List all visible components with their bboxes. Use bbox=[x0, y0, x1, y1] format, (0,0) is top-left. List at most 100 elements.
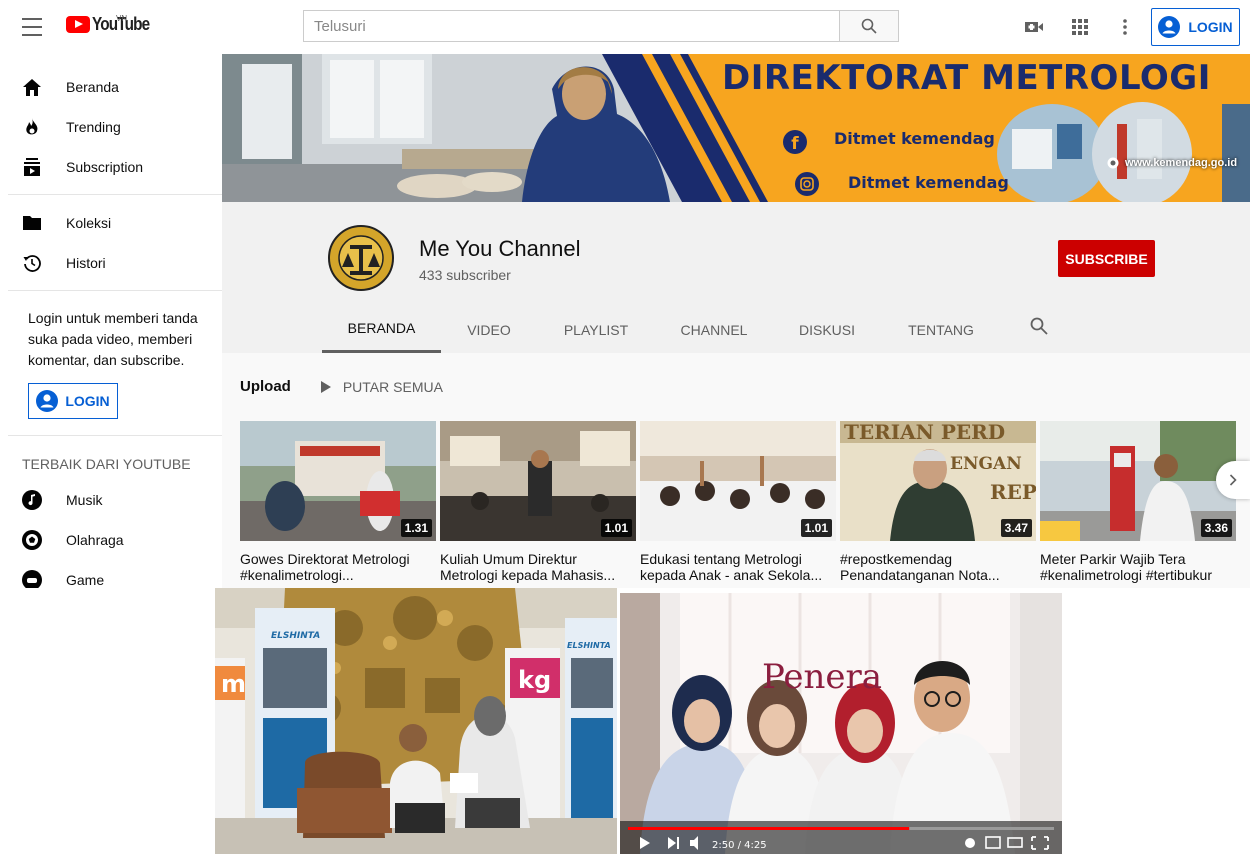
sidebar-item-label: Beranda bbox=[66, 79, 119, 95]
video-duration: 3.47 bbox=[1000, 519, 1032, 537]
video-card[interactable]: 1.01 Kuliah Umum Direktur Metrologi kepa… bbox=[440, 421, 636, 583]
sidebar-item-history[interactable]: Histori bbox=[0, 243, 222, 283]
login-label: LOGIN bbox=[1188, 19, 1233, 35]
penera-video-player[interactable]: Penera 2:50 / 4:25 bbox=[620, 593, 1062, 854]
svg-text:TERIAN PERD: TERIAN PERD bbox=[844, 421, 1005, 444]
video-duration: 1.01 bbox=[600, 519, 632, 537]
tab-tentang[interactable]: TENTANG bbox=[881, 306, 1001, 353]
play-icon bbox=[320, 380, 331, 393]
progress-fill bbox=[628, 827, 910, 830]
globe-icon bbox=[1107, 157, 1119, 169]
sidebar-item-label: Histori bbox=[66, 255, 106, 271]
shelf-next-button[interactable] bbox=[1216, 461, 1250, 499]
sidebar-divider bbox=[8, 435, 222, 436]
banner-link[interactable]: www.kemendag.go.id bbox=[1107, 157, 1237, 169]
best-of-youtube-heading: TERBAIK DARI YOUTUBE bbox=[22, 456, 191, 472]
tab-channel[interactable]: CHANNEL bbox=[655, 306, 773, 353]
uploads-title[interactable]: Upload bbox=[240, 378, 291, 395]
tab-beranda[interactable]: BERANDA bbox=[322, 306, 441, 353]
menu-icon[interactable] bbox=[22, 18, 42, 36]
talkshow-photo: m ELSHINTA kg ELSHINTA bbox=[215, 588, 617, 854]
video-thumbnail[interactable]: 3.36 bbox=[1040, 421, 1236, 541]
sidebar-item-label: Olahraga bbox=[66, 532, 124, 548]
sidebar-item-home[interactable]: Beranda bbox=[0, 67, 222, 107]
sidebar-item-label: Trending bbox=[66, 119, 121, 135]
uploads-header: Upload PUTAR SEMUA bbox=[240, 378, 443, 395]
video-duration: 1.01 bbox=[800, 519, 832, 537]
login-button-sidebar[interactable]: LOGIN bbox=[28, 383, 118, 419]
svg-text:ENGAN: ENGAN bbox=[950, 454, 1022, 474]
video-card[interactable]: 1.31 Gowes Direktorat Metrologi #kenalim… bbox=[240, 421, 436, 583]
sidebar-item-label: Subscription bbox=[66, 159, 144, 175]
sidebar-item-music[interactable]: Musik bbox=[0, 480, 222, 520]
region-code: VN bbox=[116, 14, 128, 23]
youtube-logo[interactable]: YouTube bbox=[66, 14, 159, 35]
video-duration: 1.31 bbox=[400, 519, 432, 537]
channel-avatar[interactable] bbox=[320, 217, 402, 299]
sidebar-item-subscriptions[interactable]: Subscription bbox=[0, 147, 222, 187]
video-duration: 3.36 bbox=[1200, 519, 1232, 537]
login-prompt: Login untuk memberi tanda suka pada vide… bbox=[28, 310, 198, 368]
penera-caption: Penera bbox=[762, 657, 882, 697]
tab-video[interactable]: VIDEO bbox=[441, 306, 537, 353]
trending-icon bbox=[22, 117, 42, 137]
sidebar-item-library[interactable]: Koleksi bbox=[0, 203, 222, 243]
sidebar-item-label: Koleksi bbox=[66, 215, 112, 231]
folder-icon bbox=[22, 213, 42, 233]
search-icon bbox=[861, 18, 877, 34]
sidebar-item-label: Game bbox=[66, 572, 105, 588]
channel-tabs: BERANDA VIDEO PLAYLIST CHANNEL DISKUSI T… bbox=[322, 306, 1001, 353]
sidebar-item-trending[interactable]: Trending bbox=[0, 107, 222, 147]
home-icon bbox=[22, 77, 42, 97]
play-all-label: PUTAR SEMUA bbox=[342, 378, 443, 395]
tab-diskusi[interactable]: DISKUSI bbox=[773, 306, 881, 353]
subscriptions-icon bbox=[22, 157, 42, 177]
banner-instagram-text: Ditmet kemendag bbox=[848, 173, 1009, 192]
banner-elshinta-left: ELSHINTA bbox=[271, 631, 320, 641]
subscribe-button[interactable]: SUBSCRIBE bbox=[1058, 240, 1155, 277]
video-card[interactable]: TERIAN PERD ENGAN REP 3.47 #repostkemend… bbox=[840, 421, 1036, 583]
video-title[interactable]: Edukasi tentang Metrologi kepada Anak - … bbox=[640, 551, 836, 583]
video-card[interactable]: 1.01 Edukasi tentang Metrologi kepada An… bbox=[640, 421, 836, 583]
tab-playlist[interactable]: PLAYLIST bbox=[537, 306, 655, 353]
video-shelf: 1.31 Gowes Direktorat Metrologi #kenalim… bbox=[240, 421, 1236, 583]
upload-video-icon[interactable] bbox=[1022, 15, 1046, 39]
chevron-right-icon bbox=[1229, 474, 1237, 486]
settings-icon[interactable] bbox=[965, 838, 975, 848]
youtube-channel-screenshot: YouTube VN LOGIN bbox=[0, 0, 1250, 588]
video-title[interactable]: #repostkemendag Penandatanganan Nota... bbox=[840, 551, 1036, 583]
history-icon bbox=[22, 253, 42, 273]
video-title[interactable]: Meter Parkir Wajib Tera #kenalimetrologi… bbox=[1040, 551, 1236, 583]
search-bar bbox=[303, 10, 899, 42]
login-button-top[interactable]: LOGIN bbox=[1151, 8, 1240, 46]
video-thumbnail[interactable]: TERIAN PERD ENGAN REP 3.47 bbox=[840, 421, 1036, 541]
video-thumbnail[interactable]: 1.01 bbox=[440, 421, 636, 541]
sidebar-item-label: Musik bbox=[66, 492, 103, 508]
settings-more-icon[interactable] bbox=[1113, 15, 1137, 39]
video-title[interactable]: Gowes Direktorat Metrologi #kenalimetrol… bbox=[240, 551, 436, 583]
subscriber-count: 433 subscriber bbox=[419, 267, 511, 283]
search-input[interactable] bbox=[303, 10, 839, 42]
login-label: LOGIN bbox=[65, 393, 110, 409]
sidebar-item-sports[interactable]: Olahraga bbox=[0, 520, 222, 560]
channel-name: Me You Channel bbox=[419, 236, 581, 261]
account-icon bbox=[36, 390, 59, 412]
play-all-button[interactable]: PUTAR SEMUA bbox=[320, 378, 443, 395]
sidebar: Beranda Trending Subscription Koleksi Hi… bbox=[0, 54, 222, 588]
sidebar-item-gaming[interactable]: Game bbox=[0, 560, 222, 588]
channel-search-icon[interactable] bbox=[1030, 317, 1048, 340]
sidebar-divider bbox=[8, 194, 222, 195]
channel-banner: f DIREKTORAT METROLOGI Ditmet kemendag D… bbox=[222, 54, 1250, 202]
banner-title: DIREKTORAT METROLOGI bbox=[722, 58, 1211, 98]
sign-m-text: m bbox=[221, 670, 246, 698]
search-button[interactable] bbox=[839, 10, 899, 42]
video-time: 2:50 / 4:25 bbox=[712, 840, 767, 851]
video-thumbnail[interactable]: 1.01 bbox=[640, 421, 836, 541]
apps-icon[interactable] bbox=[1068, 15, 1092, 39]
video-title[interactable]: Kuliah Umum Direktur Metrologi kepada Ma… bbox=[440, 551, 636, 583]
video-thumbnail[interactable]: 1.31 bbox=[240, 421, 436, 541]
video-card[interactable]: 3.36 Meter Parkir Wajib Tera #kenalimetr… bbox=[1040, 421, 1236, 583]
page: YouTube VN LOGIN bbox=[0, 0, 1250, 854]
svg-text:REP: REP bbox=[990, 480, 1036, 504]
account-icon bbox=[1158, 16, 1181, 38]
